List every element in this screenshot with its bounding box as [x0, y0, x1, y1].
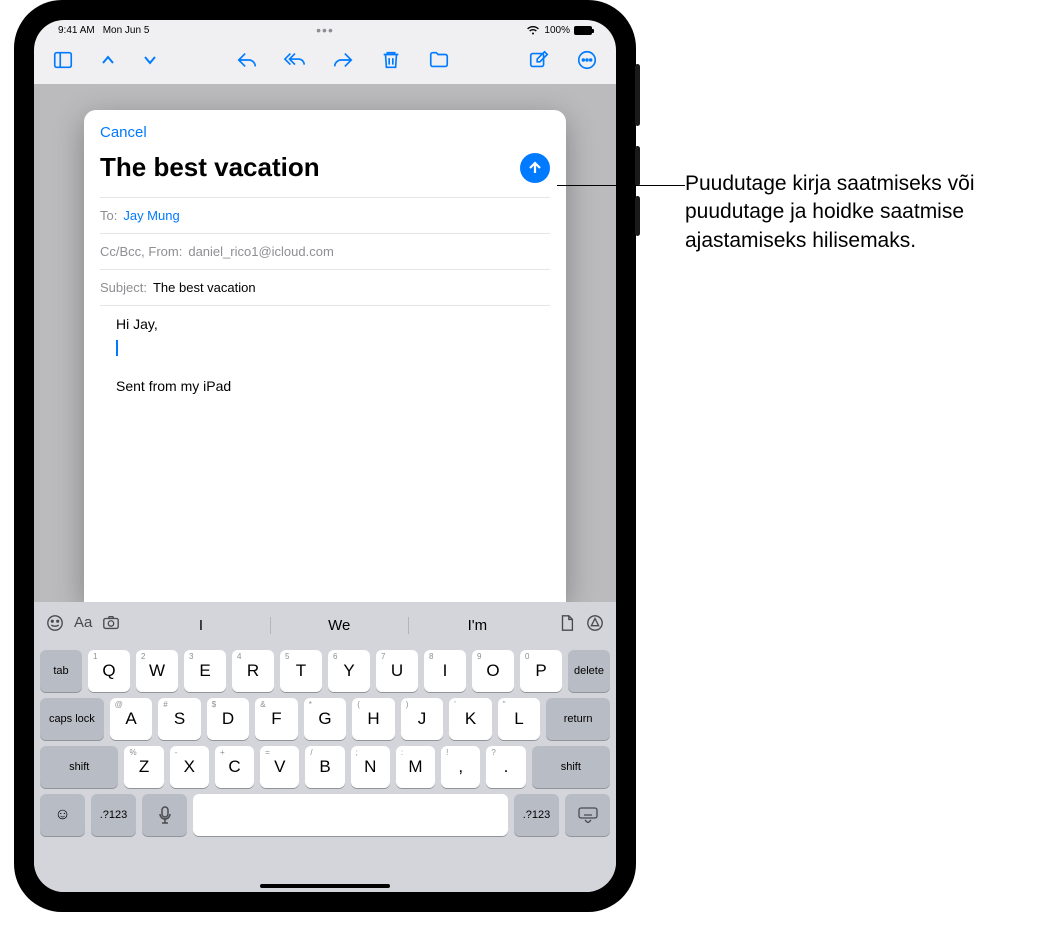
- key-w[interactable]: 2W: [136, 650, 178, 692]
- ccbcc-label: Cc/Bcc, From:: [100, 244, 182, 259]
- send-button[interactable]: [520, 153, 550, 183]
- key-delete[interactable]: delete: [568, 650, 610, 692]
- key-space[interactable]: [193, 794, 508, 836]
- next-message-icon[interactable]: [142, 52, 158, 73]
- ccbcc-from-field[interactable]: Cc/Bcc, From: daniel_rico1@icloud.com: [100, 233, 550, 269]
- status-bar: 9:41 AM Mon Jun 5 ••• 100%: [34, 20, 616, 40]
- key-shift-right[interactable]: shift: [532, 746, 610, 788]
- compose-icon[interactable]: [528, 49, 550, 76]
- suggestion-bar: Aa I We I'm: [38, 606, 612, 644]
- key-u[interactable]: 7U: [376, 650, 418, 692]
- callout-leader-line: [557, 185, 685, 186]
- sticker-icon[interactable]: [46, 614, 64, 637]
- status-time: 9:41 AM: [58, 25, 95, 36]
- subject-field[interactable]: Subject: The best vacation: [100, 269, 550, 305]
- battery-icon: [574, 26, 592, 35]
- key-shift-left[interactable]: shift: [40, 746, 118, 788]
- key-c[interactable]: +C: [215, 746, 254, 788]
- key-x[interactable]: -X: [170, 746, 209, 788]
- mail-toolbar: [34, 40, 616, 84]
- key-return[interactable]: return: [546, 698, 610, 740]
- trash-icon[interactable]: [380, 49, 402, 76]
- forward-icon[interactable]: [332, 49, 354, 76]
- move-folder-icon[interactable]: [428, 49, 450, 76]
- reply-icon[interactable]: [236, 49, 258, 76]
- key-t[interactable]: 5T: [280, 650, 322, 692]
- key-v[interactable]: =V: [260, 746, 299, 788]
- compose-sheet: Cancel The best vacation To: Jay Mung Cc…: [84, 110, 566, 602]
- key-n[interactable]: ;N: [351, 746, 390, 788]
- body-greeting: Hi Jay,: [116, 316, 534, 332]
- key-r[interactable]: 4R: [232, 650, 274, 692]
- key-numeric-right[interactable]: .?123: [514, 794, 559, 836]
- suggestion-3[interactable]: I'm: [408, 617, 546, 634]
- key-capslock[interactable]: caps lock: [40, 698, 104, 740]
- multitask-indicator-icon[interactable]: •••: [316, 22, 334, 38]
- key-row-3: shift %Z -X +C =V /B ;N :M !, ?. shift: [38, 746, 612, 788]
- key-row-2: caps lock @A #S $D &F *G (H )J 'K "L ret…: [38, 698, 612, 740]
- key-h[interactable]: (H: [352, 698, 395, 740]
- key-b[interactable]: /B: [305, 746, 344, 788]
- signature: Sent from my iPad: [116, 378, 534, 394]
- compose-title: The best vacation: [100, 152, 320, 183]
- suggestion-2[interactable]: We: [270, 617, 408, 634]
- document-scan-icon[interactable]: [558, 614, 576, 637]
- ipad-device-frame: 9:41 AM Mon Jun 5 ••• 100%: [14, 0, 636, 912]
- key-k[interactable]: 'K: [449, 698, 492, 740]
- key-d[interactable]: $D: [207, 698, 250, 740]
- key-o[interactable]: 9O: [472, 650, 514, 692]
- key-s[interactable]: #S: [158, 698, 201, 740]
- subject-value[interactable]: The best vacation: [153, 280, 256, 295]
- camera-scan-icon[interactable]: [102, 614, 120, 637]
- key-q[interactable]: 1Q: [88, 650, 130, 692]
- to-recipient[interactable]: Jay Mung: [123, 208, 179, 223]
- key-period[interactable]: ?.: [486, 746, 525, 788]
- key-f[interactable]: &F: [255, 698, 298, 740]
- ipad-screen: 9:41 AM Mon Jun 5 ••• 100%: [34, 20, 616, 892]
- status-date: Mon Jun 5: [103, 25, 150, 36]
- key-g[interactable]: *G: [304, 698, 347, 740]
- reply-all-icon[interactable]: [284, 49, 306, 76]
- home-indicator[interactable]: [260, 884, 390, 888]
- key-numeric-left[interactable]: .?123: [91, 794, 136, 836]
- key-m[interactable]: :M: [396, 746, 435, 788]
- key-y[interactable]: 6Y: [328, 650, 370, 692]
- volume-up-button: [635, 146, 640, 186]
- to-label: To:: [100, 208, 117, 223]
- power-button: [635, 64, 640, 126]
- more-menu-icon[interactable]: [576, 49, 598, 76]
- onscreen-keyboard: Aa I We I'm tab 1Q 2W 3E 4R 5: [34, 602, 616, 892]
- key-j[interactable]: )J: [401, 698, 444, 740]
- cancel-button[interactable]: Cancel: [100, 124, 147, 141]
- key-comma[interactable]: !,: [441, 746, 480, 788]
- key-e[interactable]: 3E: [184, 650, 226, 692]
- from-value: daniel_rico1@icloud.com: [188, 244, 333, 259]
- suggestion-1[interactable]: I: [132, 617, 269, 634]
- key-a[interactable]: @A: [110, 698, 153, 740]
- key-row-4: ☺ .?123 .?123: [38, 794, 612, 836]
- markup-icon[interactable]: [586, 614, 604, 637]
- key-dictation[interactable]: [142, 794, 187, 836]
- text-format-icon[interactable]: Aa: [74, 614, 92, 637]
- sidebar-toggle-icon[interactable]: [52, 49, 74, 76]
- previous-message-icon[interactable]: [100, 52, 116, 73]
- text-cursor: [116, 340, 118, 356]
- key-l[interactable]: "L: [498, 698, 541, 740]
- message-body[interactable]: Hi Jay, Sent from my iPad: [100, 305, 550, 602]
- battery-percent: 100%: [544, 25, 570, 36]
- key-emoji[interactable]: ☺: [40, 794, 85, 836]
- key-hide-keyboard[interactable]: [565, 794, 610, 836]
- key-tab[interactable]: tab: [40, 650, 82, 692]
- subject-label: Subject:: [100, 280, 147, 295]
- volume-down-button: [635, 196, 640, 236]
- wifi-icon: [526, 25, 540, 35]
- key-p[interactable]: 0P: [520, 650, 562, 692]
- key-row-1: tab 1Q 2W 3E 4R 5T 6Y 7U 8I 9O 0P delete: [38, 650, 612, 692]
- key-z[interactable]: %Z: [124, 746, 163, 788]
- to-field[interactable]: To: Jay Mung: [100, 197, 550, 233]
- callout-text: Puudutage kirja saatmiseks või puudutage…: [685, 170, 1055, 255]
- key-i[interactable]: 8I: [424, 650, 466, 692]
